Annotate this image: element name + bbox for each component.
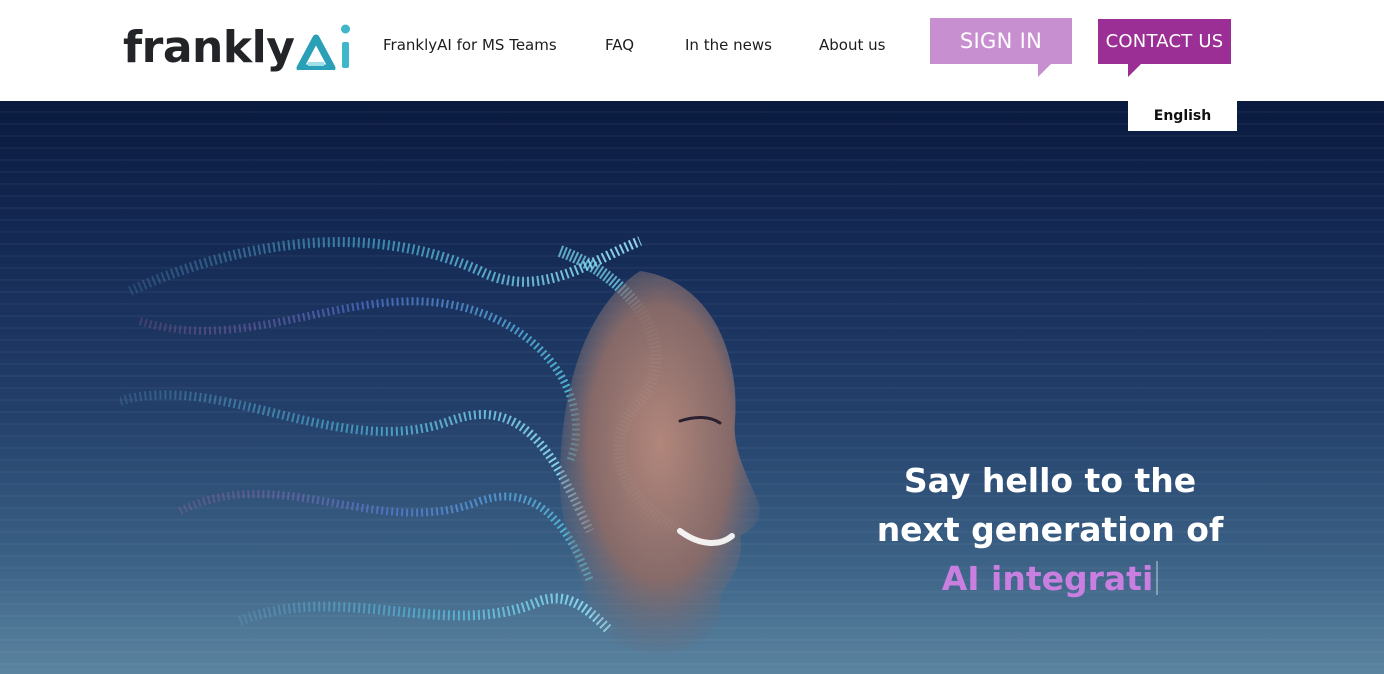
ai-logo-mark-icon	[296, 24, 351, 70]
headline-accent: AI integrati	[941, 559, 1154, 598]
contact-us-button[interactable]: CONTACT US	[1098, 19, 1231, 77]
headline-line-1: Say hello to the	[903, 461, 1197, 500]
nav-faq[interactable]: FAQ	[605, 36, 634, 54]
language-selector[interactable]: English	[1128, 101, 1237, 131]
hero-banner: Say hello to the next generation of AI i…	[0, 101, 1384, 674]
nav-about-us[interactable]: About us	[819, 36, 885, 54]
frankly-ai-logo[interactable]: frankly	[123, 20, 358, 76]
nav-frankly-ms-teams[interactable]: FranklyAI for MS Teams	[383, 36, 557, 54]
hero-headline: Say hello to the next generation of AI i…	[850, 456, 1250, 603]
logo-wordmark: frankly	[123, 22, 295, 73]
nav-in-the-news[interactable]: In the news	[685, 36, 772, 54]
site-header: frankly FranklyAI for MS Teams FAQ In th…	[0, 0, 1384, 101]
headline-line-2: next generation of	[876, 510, 1224, 549]
ai-face-particles-illustration	[120, 236, 760, 654]
sign-in-button[interactable]: SIGN IN	[930, 18, 1072, 77]
typing-cursor	[1156, 561, 1159, 595]
